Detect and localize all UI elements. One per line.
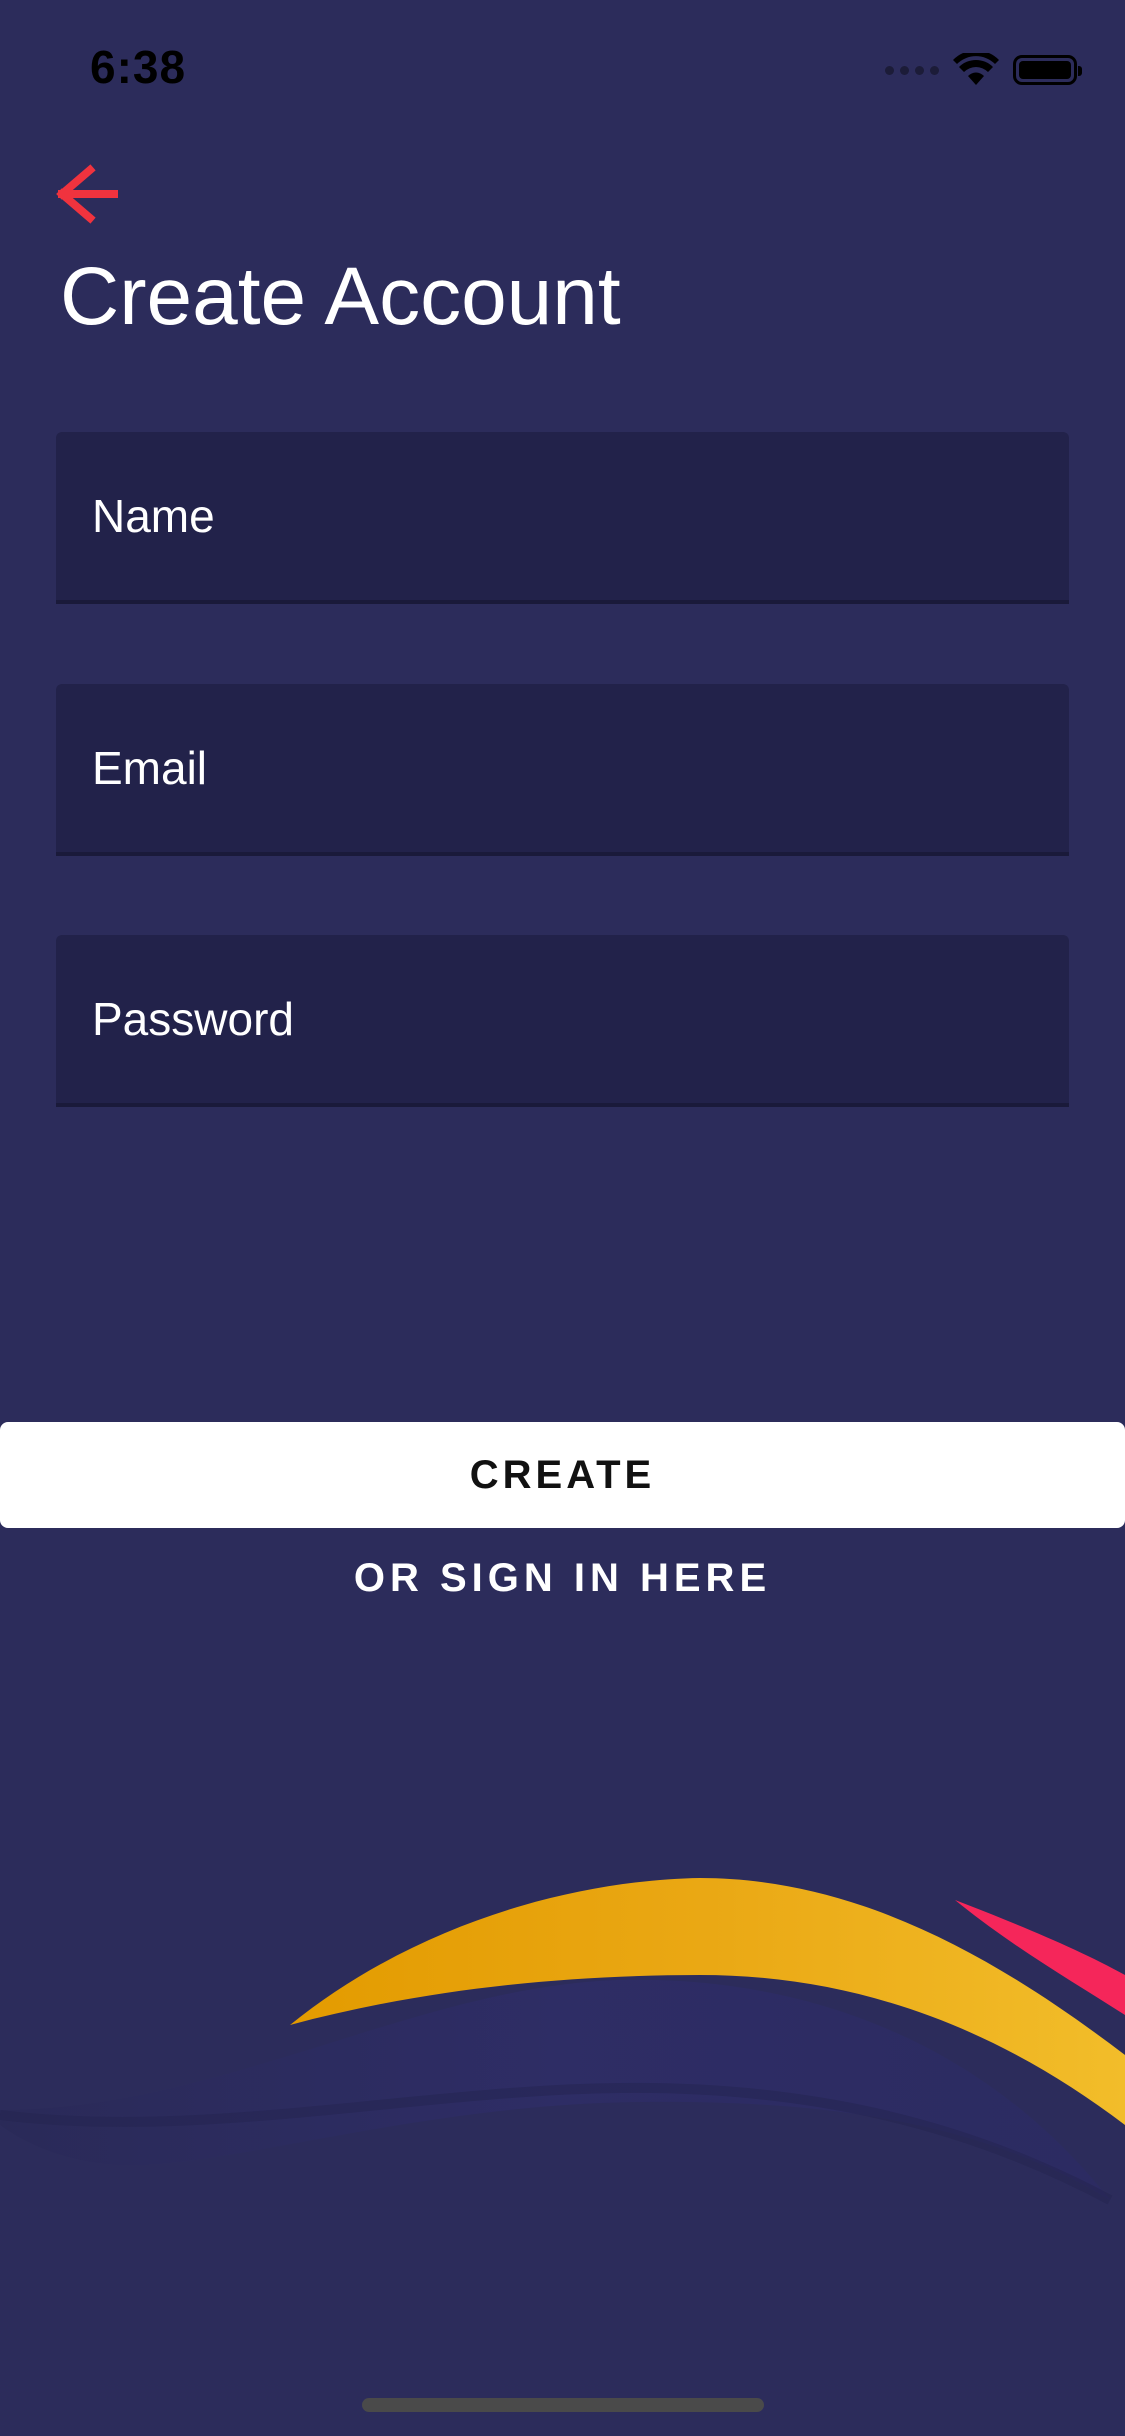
page-title: Create Account: [60, 251, 621, 342]
decorative-wave-image: [0, 1878, 1125, 2205]
email-field[interactable]: [56, 684, 1069, 856]
password-field[interactable]: [56, 935, 1069, 1107]
name-input[interactable]: [56, 432, 1069, 600]
arrow-left-icon: [56, 164, 118, 224]
back-button[interactable]: [56, 164, 120, 224]
status-icons: [885, 48, 1082, 92]
name-field[interactable]: [56, 432, 1069, 604]
sign-in-link[interactable]: OR SIGN IN HERE: [0, 1556, 1125, 1601]
wifi-icon: [953, 53, 999, 85]
create-account-screen: 6:38 Create Account CREAT: [0, 0, 1125, 2436]
password-input[interactable]: [56, 935, 1069, 1103]
home-indicator: [362, 2398, 764, 2412]
battery-icon: [1013, 55, 1082, 85]
email-input[interactable]: [56, 684, 1069, 852]
cellular-signal-icon: [885, 65, 939, 75]
status-time: 6:38: [90, 41, 187, 93]
create-button[interactable]: CREATE: [0, 1422, 1125, 1528]
status-bar: 6:38: [0, 0, 1125, 132]
